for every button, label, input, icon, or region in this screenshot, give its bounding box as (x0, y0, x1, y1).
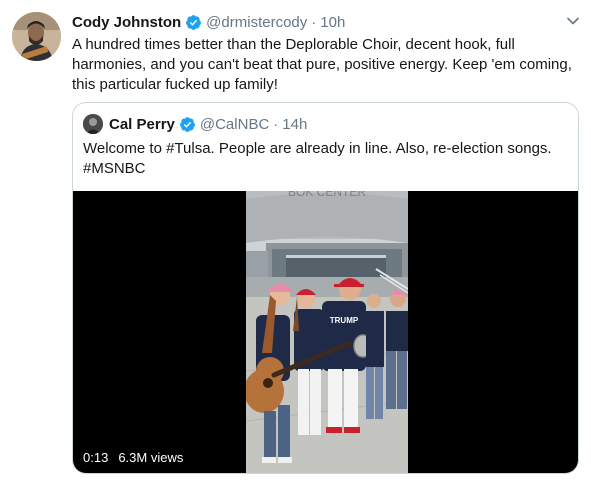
chevron-down-icon[interactable] (566, 14, 580, 28)
venue-sign: BOK CENTER (288, 191, 366, 199)
shirt-print: TRUMP (330, 316, 359, 325)
verified-badge-icon (185, 14, 202, 31)
separator-dot: · (311, 13, 317, 31)
tweet-header: Cody Johnston @drmistercody · 10h (72, 12, 345, 32)
quoted-author-handle[interactable]: @CalNBC (200, 116, 269, 133)
quoted-tweet-text: Welcome to #Tulsa. People are already in… (83, 140, 552, 177)
author-handle[interactable]: @drmistercody (206, 14, 307, 31)
video-overlay: 0:13 6.3M views (83, 448, 183, 466)
quoted-tweet[interactable]: Cal Perry @CalNBC · 14h Welcome to #Tuls… (72, 102, 579, 474)
quoted-author-avatar[interactable] (83, 114, 103, 134)
video-frame: BOK CENTER TRUMP (246, 191, 408, 473)
quoted-author-name[interactable]: Cal Perry (109, 116, 175, 133)
verified-badge-icon (179, 116, 196, 133)
tweet-text: A hundred times better than the Deplorab… (72, 36, 572, 93)
video-duration: 0:13 (83, 449, 109, 465)
video-view-count: 6.3M views (118, 449, 184, 465)
quoted-tweet-timestamp[interactable]: 14h (282, 116, 307, 133)
author-name[interactable]: Cody Johnston (72, 14, 181, 31)
video-player[interactable]: BOK CENTER TRUMP 0:13 6.3M views (73, 191, 578, 473)
separator-dot: · (273, 115, 279, 133)
quoted-tweet-header: Cal Perry @CalNBC · 14h (83, 114, 307, 134)
tweet[interactable]: Cody Johnston @drmistercody · 10h A hund… (0, 0, 591, 483)
author-avatar[interactable] (12, 12, 61, 61)
tweet-timestamp[interactable]: 10h (320, 14, 345, 31)
